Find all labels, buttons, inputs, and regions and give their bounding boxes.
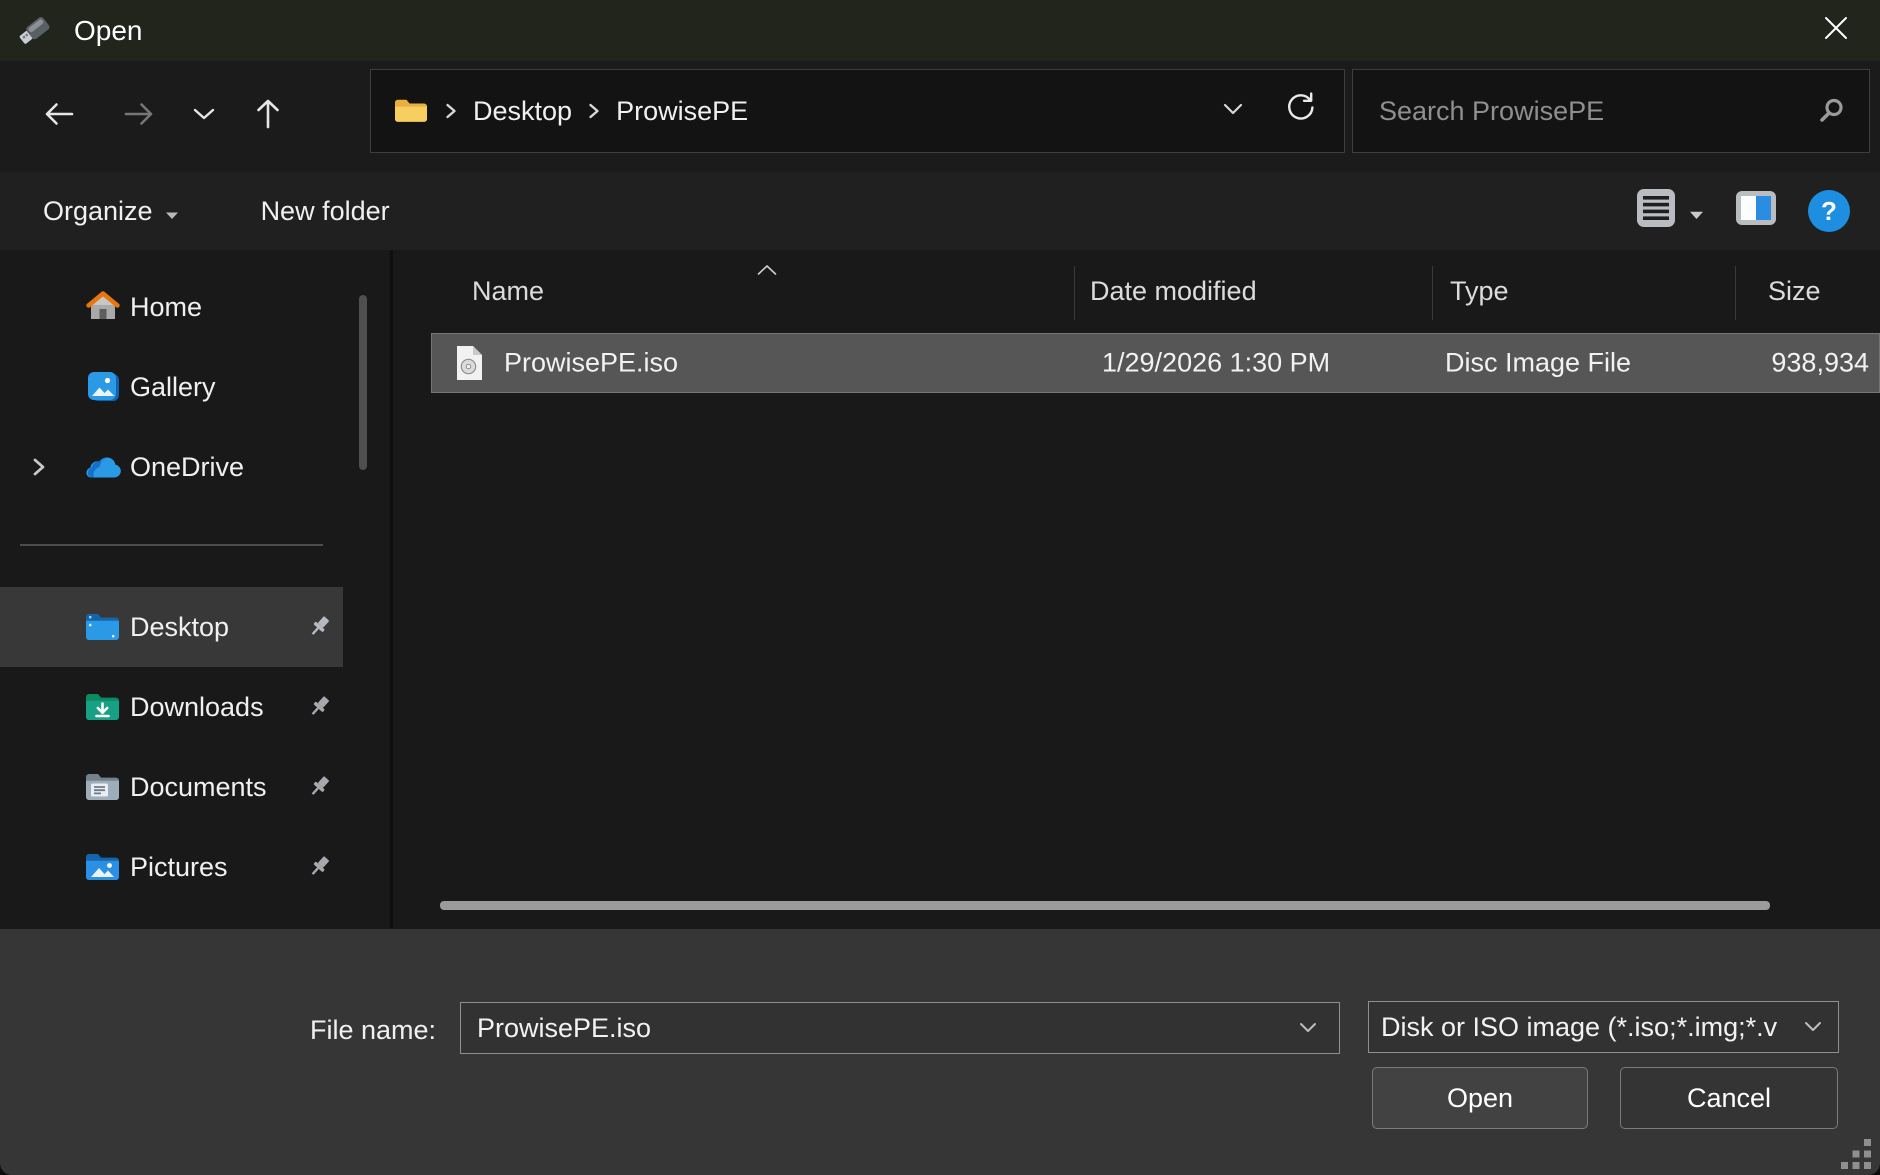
home-icon [83,289,123,325]
forward-arrow-icon [121,96,159,137]
pin-icon [304,692,334,722]
cancel-button[interactable]: Cancel [1620,1067,1838,1129]
pin-icon [304,612,334,642]
address-dropdown-button[interactable] [1218,96,1248,127]
refresh-button[interactable] [1282,90,1318,133]
back-button[interactable] [30,61,86,172]
file-list: Name Date modified Type Size Prowi [393,250,1880,928]
pin-icon [304,852,334,882]
usb-drive-icon [16,13,54,49]
column-header-size[interactable]: Size [1768,276,1821,307]
main-area: Home Gallery [0,250,1880,928]
breadcrumb-prowisepe[interactable]: ProwisePE [616,96,748,127]
forward-button[interactable] [112,61,168,172]
sidebar-item-onedrive[interactable]: OneDrive [0,427,343,507]
horizontal-scrollbar[interactable] [440,901,1770,910]
chevron-down-icon [191,103,217,130]
dialog-footer: File name: Disk or ISO image (*.iso;*.im… [0,929,1880,1175]
up-button[interactable] [240,61,296,172]
sort-ascending-icon [755,252,779,283]
resize-grip[interactable] [1838,1136,1874,1172]
sidebar-separator [20,544,323,546]
file-name: ProwisePE.iso [504,348,678,379]
downloads-folder-icon [83,691,123,723]
sidebar-item-pictures[interactable]: Pictures [0,827,343,907]
file-row-selected[interactable]: ProwisePE.iso 1/29/2026 1:30 PM Disc Ima… [431,333,1880,393]
open-file-dialog: Open [0,0,1880,1175]
file-name-combobox [460,1002,1340,1054]
command-bar: Organize New folder [0,172,1880,250]
column-headers: Name Date modified Type Size [393,264,1880,322]
sidebar-item-label: Downloads [130,692,264,723]
open-button[interactable]: Open [1372,1067,1588,1129]
onedrive-icon [83,453,123,481]
help-button[interactable]: ? [1808,190,1850,232]
sidebar-item-label: Home [130,292,202,323]
sidebar-item-label: Pictures [130,852,228,883]
chevron-right-icon [586,100,602,122]
view-mode-button[interactable] [1635,187,1704,236]
preview-pane-button[interactable] [1734,188,1778,235]
sidebar-item-desktop[interactable]: Desktop [0,587,343,667]
address-bar: Desktop ProwisePE [370,69,1345,153]
window-title: Open [74,15,143,47]
column-header-date-modified[interactable]: Date modified [1090,276,1257,307]
gallery-icon [83,369,123,405]
sidebar-item-label: Desktop [130,612,229,643]
file-name-input[interactable] [461,1013,1295,1044]
column-resize-handle[interactable] [1432,266,1433,320]
list-view-icon [1635,187,1677,236]
cancel-button-label: Cancel [1687,1083,1771,1114]
sidebar-item-documents[interactable]: Documents [0,747,343,827]
help-icon: ? [1821,196,1837,227]
sidebar-item-label: OneDrive [130,452,244,483]
back-arrow-icon [39,96,77,137]
documents-folder-icon [83,771,123,803]
open-button-label: Open [1447,1083,1513,1114]
new-folder-label: New folder [261,196,390,227]
breadcrumb-desktop[interactable]: Desktop [473,96,572,127]
up-arrow-icon [249,95,287,138]
search-icon [1815,95,1847,127]
title-bar: Open [0,0,1880,61]
sidebar-item-label: Gallery [130,372,216,403]
file-name-label: File name: [310,1015,436,1046]
file-size: 938,934 [1771,348,1869,379]
chevron-down-icon[interactable] [1295,1019,1321,1037]
sidebar-item-downloads[interactable]: Downloads [0,667,343,747]
navigation-pane: Home Gallery [0,250,393,928]
preview-pane-icon [1734,204,1778,234]
disc-image-file-icon [454,344,484,382]
new-folder-button[interactable]: New folder [261,196,390,227]
file-type-value: Disk or ISO image (*.iso;*.img;*.v [1369,1012,1796,1043]
column-header-name[interactable]: Name [472,276,544,307]
pictures-folder-icon [83,851,123,883]
column-resize-handle[interactable] [1074,266,1075,320]
folder-icon[interactable] [393,96,429,126]
column-resize-handle[interactable] [1735,266,1736,320]
organize-button[interactable]: Organize [43,196,179,227]
dropdown-triangle-icon [165,196,179,227]
desktop-folder-icon [83,611,123,643]
close-button[interactable] [1806,0,1866,61]
recent-locations-button[interactable] [184,61,224,172]
column-header-type[interactable]: Type [1450,276,1509,307]
pin-icon [304,772,334,802]
chevron-right-icon [443,100,459,122]
sidebar-item-home[interactable]: Home [0,267,343,347]
search-box [1352,69,1870,153]
search-input[interactable] [1353,96,1815,127]
navigation-bar: Desktop ProwisePE [0,61,1880,172]
organize-label: Organize [43,196,153,227]
file-type: Disc Image File [1445,348,1631,379]
file-type-select[interactable]: Disk or ISO image (*.iso;*.img;*.v [1368,1001,1839,1053]
sidebar-item-gallery[interactable]: Gallery [0,347,343,427]
close-icon [1823,15,1849,46]
sidebar-scrollbar[interactable] [359,295,367,470]
file-date-modified: 1/29/2026 1:30 PM [1102,348,1330,379]
sidebar-item-label: Documents [130,772,267,803]
view-mode-dropdown-icon[interactable] [1689,196,1704,227]
chevron-right-icon[interactable] [30,455,48,479]
chevron-down-icon [1800,1018,1826,1036]
